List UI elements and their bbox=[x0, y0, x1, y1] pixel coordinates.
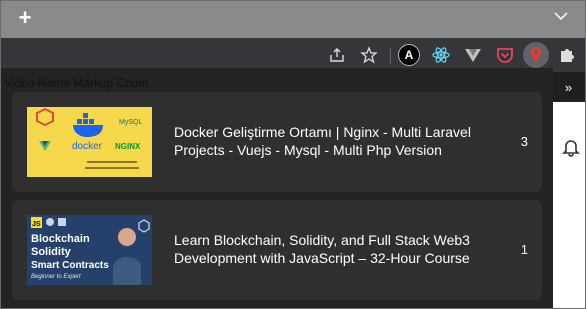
thumb-beginner-text: Beginner to Expert bbox=[31, 274, 81, 280]
thumb-blockchain-text: Blockchain bbox=[31, 233, 90, 245]
toolbar-separator bbox=[390, 48, 391, 64]
docker-thumbnail-art: docker MySQL NGINX bbox=[27, 107, 152, 177]
column-header-markup-count: Markup Count bbox=[73, 76, 149, 90]
video-row[interactable]: docker MySQL NGINX Docker Geliştirme Ort… bbox=[12, 92, 542, 192]
react-icon[interactable] bbox=[430, 44, 452, 66]
thumb-smart-contracts-text: Smart Contracts bbox=[31, 260, 109, 271]
star-icon[interactable] bbox=[358, 44, 380, 66]
tab-strip: + bbox=[0, 0, 586, 39]
new-tab-button[interactable]: + bbox=[14, 7, 36, 29]
share-icon[interactable] bbox=[326, 44, 348, 66]
bell-icon[interactable] bbox=[560, 136, 582, 158]
blockchain-thumbnail-art: JS Blockchain Solidity Smart Contracts B… bbox=[27, 215, 152, 285]
video-row[interactable]: JS Blockchain Solidity Smart Contracts B… bbox=[12, 200, 542, 300]
markup-count: 1 bbox=[520, 242, 528, 257]
mysql-label: MySQL bbox=[119, 119, 142, 126]
chevron-down-icon[interactable] bbox=[554, 11, 568, 21]
a-icon[interactable]: A bbox=[398, 44, 420, 66]
a-icon-glyph: A bbox=[398, 44, 420, 66]
column-header-video-name: Video Name bbox=[4, 76, 70, 90]
markup-count: 3 bbox=[520, 134, 528, 149]
thumb-solidity-text: Solidity bbox=[31, 246, 72, 258]
nginx-label: NGINX bbox=[115, 142, 141, 151]
puzzle-icon[interactable] bbox=[556, 44, 578, 66]
video-thumbnail: JS Blockchain Solidity Smart Contracts B… bbox=[27, 215, 152, 285]
video-title: Learn Blockchain, Solidity, and Full Sta… bbox=[174, 232, 470, 266]
table-header: Video Name Markup Count bbox=[4, 76, 149, 92]
more-chevron[interactable]: » bbox=[551, 72, 586, 102]
browser-toolbar: A bbox=[0, 38, 586, 72]
pocket-icon[interactable] bbox=[494, 44, 516, 66]
vue-icon[interactable] bbox=[462, 44, 484, 66]
docker-label: docker bbox=[72, 141, 103, 152]
pin-icon[interactable] bbox=[523, 42, 549, 68]
js-badge: JS bbox=[32, 221, 41, 228]
video-title: Docker Geliştirme Ortamı | Nginx - Multi… bbox=[174, 124, 471, 158]
video-thumbnail: docker MySQL NGINX bbox=[27, 107, 152, 177]
